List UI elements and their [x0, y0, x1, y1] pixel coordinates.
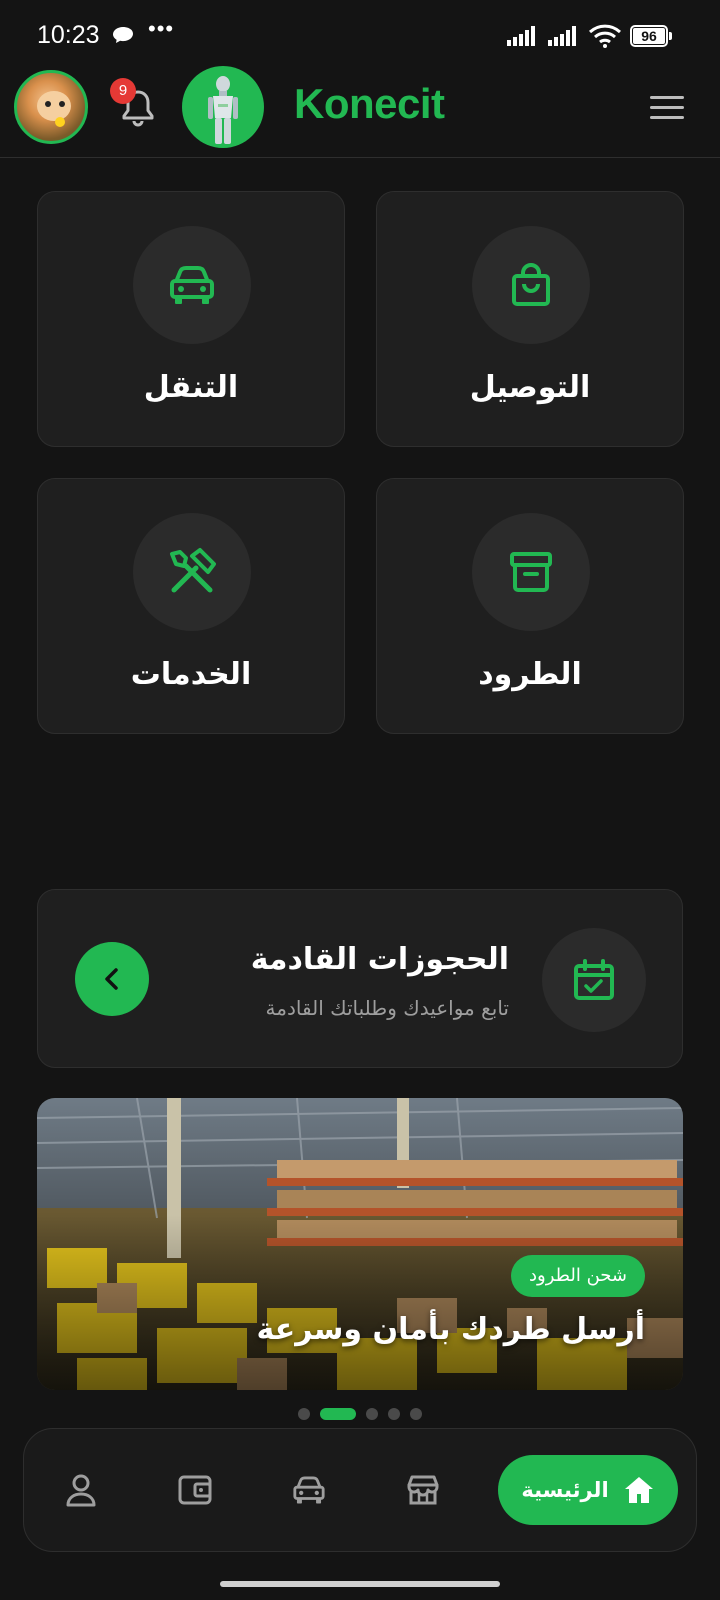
nav-home-button[interactable]: الرئيسية [498, 1455, 678, 1525]
nav-store[interactable] [400, 1467, 446, 1513]
system-home-indicator[interactable] [220, 1581, 500, 1587]
carousel-dot-active[interactable] [320, 1408, 356, 1420]
home-icon [624, 1477, 653, 1503]
upcoming-open-button[interactable] [75, 942, 149, 1016]
nav-home-label: الرئيسية [521, 1478, 609, 1502]
banner-tag: شحن الطرود [510, 1255, 645, 1297]
notification-badge: 9 [110, 78, 136, 104]
chevron-left-icon [105, 968, 118, 990]
archive-box-icon [472, 513, 590, 631]
category-transport[interactable]: التنقل [37, 191, 345, 447]
status-time: 10:23 [37, 21, 100, 49]
wallet-icon [178, 1475, 212, 1505]
signal-icon-2 [548, 26, 576, 46]
car-icon [293, 1476, 325, 1504]
menu-button[interactable] [650, 94, 686, 122]
category-parcels[interactable]: الطرود [376, 478, 684, 734]
signal-icon [507, 26, 535, 46]
nav-profile[interactable] [58, 1467, 104, 1513]
bottom-navigation: الرئيسية [23, 1428, 697, 1552]
tools-icon [133, 513, 251, 631]
upcoming-bookings-card[interactable]: الحجوزات القادمة تابع مواعيدك وطلباتك ال… [37, 889, 683, 1068]
carousel-dot[interactable] [410, 1408, 422, 1420]
app-header: 9 Konecit [0, 66, 720, 158]
banner-headline: أرسل طردك بأمان وسرعة [256, 1312, 645, 1347]
carousel-indicator [0, 1408, 720, 1420]
robot-logo [182, 66, 264, 148]
category-delivery[interactable]: التوصيل [376, 191, 684, 447]
store-icon [407, 1475, 439, 1505]
message-icon [113, 27, 133, 43]
shopping-bag-icon [472, 226, 590, 344]
nav-wallet[interactable] [172, 1467, 218, 1513]
upcoming-title: الحجوزات القادمة [250, 942, 509, 977]
upcoming-subtitle: تابع مواعيدك وطلباتك القادمة [265, 996, 509, 1020]
wifi-icon [588, 24, 622, 48]
brand-name: Konecit [294, 80, 445, 127]
battery-icon: 96 [630, 25, 672, 47]
category-label: الخدمات [130, 657, 252, 692]
battery-level: 96 [641, 28, 657, 44]
promo-banner[interactable]: شحن الطرود أرسل طردك بأمان وسرعة [37, 1098, 683, 1390]
category-label: التوصيل [469, 370, 591, 405]
category-services[interactable]: الخدمات [37, 478, 345, 734]
more-notifications-icon: ••• [148, 16, 175, 41]
nav-rides[interactable] [286, 1467, 332, 1513]
avatar[interactable] [14, 70, 88, 144]
carousel-dot[interactable] [388, 1408, 400, 1420]
category-label: التنقل [143, 370, 239, 405]
user-icon [66, 1474, 96, 1507]
category-label: الطرود [478, 657, 582, 692]
calendar-check-icon [542, 928, 646, 1032]
carousel-dot[interactable] [366, 1408, 378, 1420]
status-bar: 10:23 ••• 96 [0, 0, 720, 66]
car-icon [133, 226, 251, 344]
carousel-dot[interactable] [298, 1408, 310, 1420]
